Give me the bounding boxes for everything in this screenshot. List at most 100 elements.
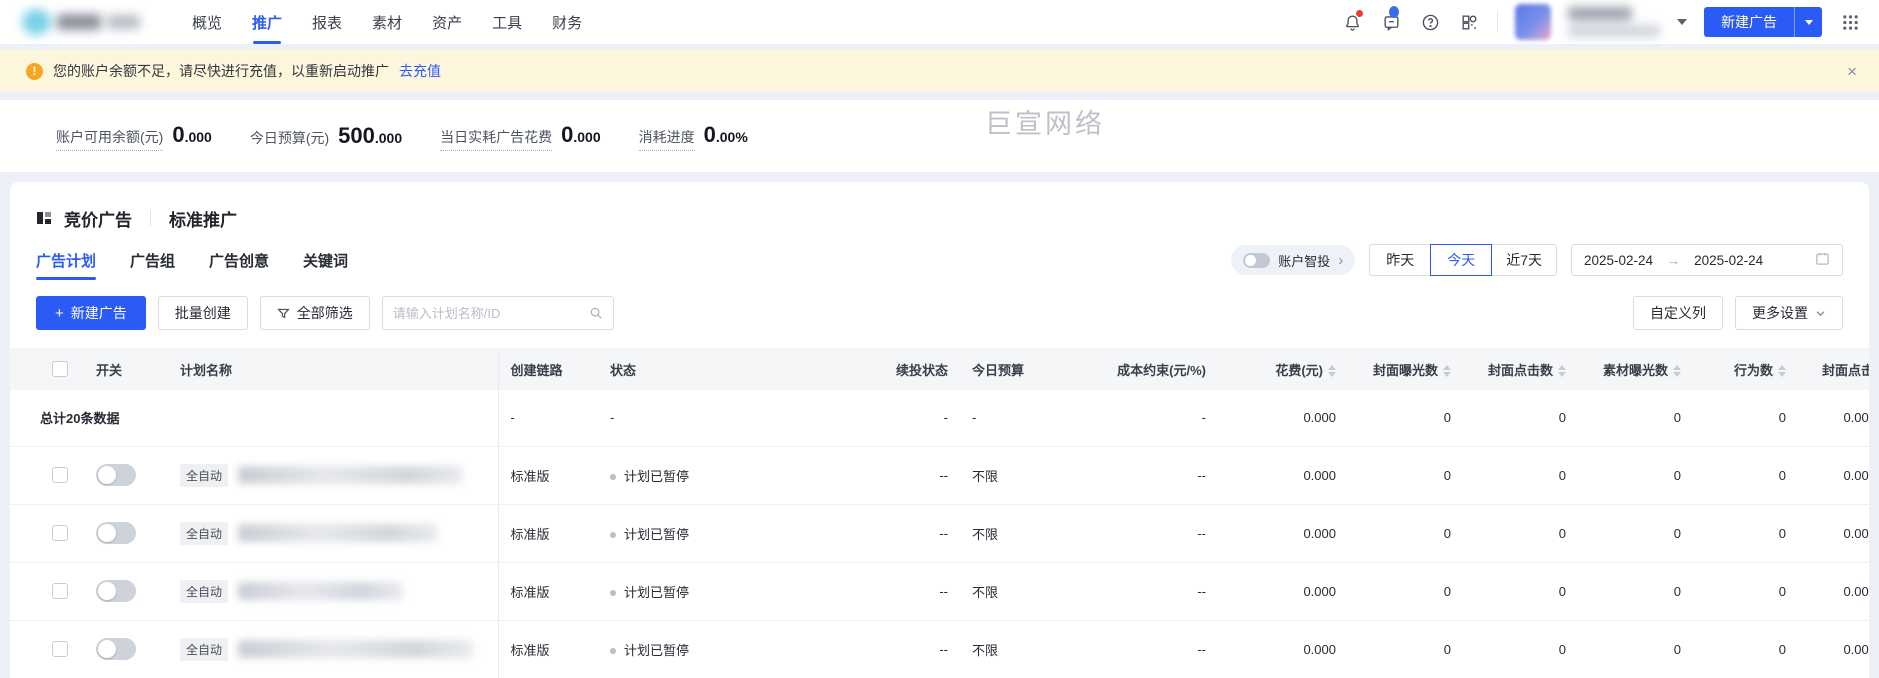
more-settings-button[interactable]: 更多设置 [1735,296,1843,330]
row-checkbox[interactable] [52,583,68,599]
calendar-icon[interactable] [1815,251,1830,269]
table-row: 全自动标准版计划已暂停--不限--0.00000000.000 [10,446,1869,505]
chevron-down-icon [1816,310,1825,316]
date-start[interactable]: 2025-02-24 [1584,253,1653,268]
nav-item-reports[interactable]: 报表 [312,0,342,44]
select-all-checkbox[interactable] [52,361,68,377]
column-header-actions[interactable]: 行为数 [1693,348,1798,390]
cell-cover_imp: 0 [1348,504,1463,563]
tab-ad-creative[interactable]: 广告创意 [209,238,269,282]
column-header-mat_imp[interactable]: 素材曝光数 [1578,348,1693,390]
nav-item-tools[interactable]: 工具 [492,0,522,44]
cell-mat_imp: 0 [1578,620,1693,678]
plan-table-wrap: 开关 计划名称 创建链路 状态 续投状态 今日预算 成本约束(元/%) 花费(元) 封面曝光数封… [10,348,1869,678]
nav-item-promotion[interactable]: 推广 [252,0,282,44]
new-ad-dropdown-button[interactable] [1794,7,1822,37]
avatar[interactable] [1515,4,1551,40]
batch-create-button[interactable]: 批量创建 [157,296,248,330]
search-icon[interactable] [589,306,603,320]
cell-mat_imp: 0 [1578,504,1693,563]
row-checkbox[interactable] [52,525,68,541]
recharge-link[interactable]: 去充值 [399,61,441,81]
table-header-row: 开关 计划名称 创建链路 状态 续投状态 今日预算 成本约束(元/%) 花费(元) 封面曝光数封… [10,348,1869,390]
stat-available-balance: 账户可用余额(元) 0.000 [56,122,212,151]
preset-last7days[interactable]: 近7天 [1491,244,1557,276]
cell-select [40,562,84,621]
stat-value: 0 [703,121,716,147]
cell-resume: - [856,390,960,447]
cell-actions: 0 [1693,390,1798,447]
smart-invest-pill[interactable]: 账户智投 › [1231,245,1356,275]
qr-code-icon[interactable] [1458,11,1480,33]
column-header-select[interactable] [40,348,84,390]
plan-switch-toggle[interactable] [96,464,136,486]
cell-actions: 0 [1693,620,1798,678]
nav-item-finance[interactable]: 财务 [552,0,582,44]
column-header-cost: 成本约束(元/%) [1076,348,1218,390]
help-icon[interactable] [1419,11,1441,33]
stat-label: 消耗进度 [638,127,695,151]
stat-label: 今日预算(元) [249,130,330,146]
filter-all-button[interactable]: 全部筛选 [259,296,370,330]
bell-icon[interactable] [1341,10,1363,33]
row-checkbox[interactable] [52,641,68,657]
tab-keywords[interactable]: 关键词 [303,238,348,282]
preset-today[interactable]: 今天 [1430,244,1493,276]
cell-mat_imp: 0 [1578,562,1693,621]
plus-icon: + [55,304,64,322]
preset-yesterday[interactable]: 昨天 [1369,244,1432,276]
cell-cover_clk: 0 [1463,620,1578,678]
create-ad-button[interactable]: + 新建广告 [36,296,146,330]
banner-close-icon[interactable]: × [1847,63,1857,80]
nav-item-assets[interactable]: 资产 [432,0,462,44]
spacer [10,620,40,678]
sort-icon[interactable] [1328,365,1336,378]
divider [1497,11,1498,33]
cell-spend: 0.000 [1218,446,1348,505]
column-header-spend[interactable]: 花费(元) [1218,348,1348,390]
apps-grid-icon[interactable] [1839,11,1861,33]
nav-item-overview[interactable]: 概览 [192,0,222,44]
column-header-cover_clk[interactable]: 封面点击数 [1463,348,1578,390]
cell-cover_imp: 0 [1348,620,1463,678]
stat-value: 0 [172,121,185,147]
message-icon[interactable] [1380,6,1402,33]
sort-icon[interactable] [1673,365,1681,378]
tab-ad-plan[interactable]: 广告计划 [36,238,97,282]
nav-item-materials[interactable]: 素材 [372,0,402,44]
sort-icon[interactable] [1778,365,1786,378]
blurred-plan-name [238,466,464,484]
tab-standard-promotion[interactable]: 标准推广 [169,206,237,231]
blurred-logo[interactable] [22,8,140,36]
smart-invest-toggle[interactable] [1243,252,1271,268]
table-row: 全自动标准版计划已暂停--不限--0.00000000.000 [10,562,1869,621]
cell-cover_clk: 0 [1463,504,1578,563]
new-ad-button[interactable]: 新建广告 [1704,7,1794,37]
account-chevron-down-icon[interactable] [1677,19,1687,25]
date-range-picker[interactable]: 2025-02-24 → 2025-02-24 [1571,244,1843,276]
auto-badge: 全自动 [180,463,229,487]
plan-switch-toggle[interactable] [96,580,136,602]
tab-bid-ads[interactable]: 竞价广告 [64,206,132,231]
column-header-cover_ctr[interactable]: 封面点击率 [1798,348,1869,390]
column-header-status: 状态 [598,348,856,390]
row-checkbox[interactable] [52,467,68,483]
plan-switch-toggle[interactable] [96,522,136,544]
plan-search-input[interactable] [392,305,589,321]
column-header-cover_imp[interactable]: 封面曝光数 [1348,348,1463,390]
spacer [10,446,40,505]
date-end[interactable]: 2025-02-24 [1694,253,1763,268]
cell-select [40,504,84,563]
cell-budget: 不限 [960,446,1076,505]
cell-switch [84,562,168,621]
cell-link: 标准版 [498,446,598,505]
plan-switch-toggle[interactable] [96,638,136,660]
customize-columns-button[interactable]: 自定义列 [1633,296,1723,330]
cell-status: 计划已暂停 [598,620,856,678]
total-label: 总计20条数据 [10,390,499,447]
tab-ad-group[interactable]: 广告组 [130,238,175,282]
cell-link: - [498,390,598,447]
promotion-card: 竞价广告 标准推广 广告计划 广告组 广告创意 关键词 账户智投 › 昨天 今天… [10,182,1869,678]
sort-icon[interactable] [1443,365,1451,378]
sort-icon[interactable] [1558,365,1566,378]
